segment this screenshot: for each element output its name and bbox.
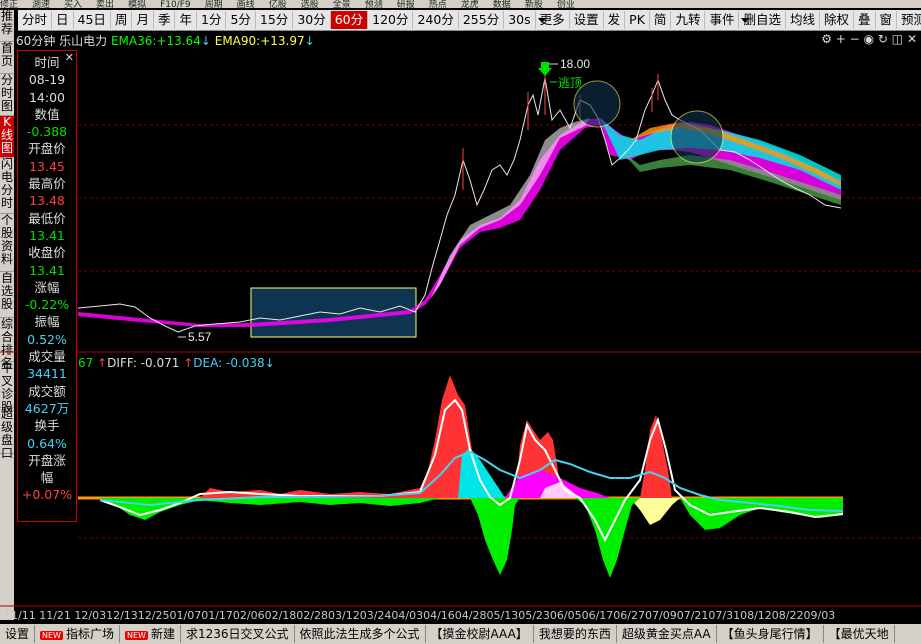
indicator-tab[interactable]: 依照此法生成多个公式 [295,625,426,643]
low-value: 5.57 [188,330,212,344]
indicator-tab-label: 新建 [150,627,175,641]
info-value: +0.07% [21,486,73,502]
close-icon[interactable]: ✕ [65,51,74,64]
info-value: 0.64% [27,435,67,451]
info-value: 0.52% [27,331,67,347]
info-label: 最低价 [28,210,66,226]
indicator-tab-label: 指标广场 [65,627,114,641]
info-label: 开盘涨幅 [28,452,66,485]
up-arrow-icon: ↑ [97,356,108,370]
down-arrow-icon: ↓ [264,356,275,370]
bottom-indicator-bar: 设置 NEW 指标广场 NEW 新建 求1236日交叉公式 依照此法生成多个公式 【摸金校尉A… [0,624,921,644]
info-value: -0.388 [26,124,68,140]
info-label: 数值 [34,106,60,122]
info-value: -0.22% [24,297,70,313]
new-badge: NEW [124,631,148,640]
indicator-tab[interactable]: 超级黄金买点AA [617,625,717,643]
indicator-tab[interactable]: NEW 新建 [120,625,181,643]
info-label: 开盘价 [28,141,66,157]
info-value: 14:00 [28,89,66,105]
info-value: 13.45 [29,158,65,174]
info-label: 振幅 [34,314,60,330]
indicator-tab[interactable]: 【最优天地 [824,625,895,643]
info-label: 涨幅 [34,279,60,295]
indicator-tab[interactable]: 求1236日交叉公式 [181,625,295,643]
new-badge: NEW [40,631,63,640]
data-window: ✕ 时间 08-19 14:00 数值 -0.388 开盘价 13.45 最高价 13.48 最低… [17,50,77,522]
indicator-tab-label: 【最优天地 [828,627,889,641]
info-value: 13.41 [29,262,65,278]
indicator-tab[interactable]: 设置 [0,625,36,643]
indicator-tab-label: 【摸金校尉AAA】 [430,627,528,641]
indicator-tab[interactable]: 【鱼头身尾行情】 [717,625,824,643]
indicator-tab-label: 求1236日交叉公式 [185,627,289,641]
info-value: 13.41 [29,227,65,243]
info-value: 08-19 [28,72,66,88]
indicator-tab-label: 【鱼头身尾行情】 [721,627,818,641]
up-arrow-icon: ↑ [183,356,194,370]
info-value: 34411 [27,366,67,382]
info-label: 成交额 [28,383,66,399]
macd-param: 67 [78,356,94,370]
indicator-tab-label: 我想要的东西 [538,627,611,641]
indicator-tab-label: 超级黄金买点AA [621,627,711,641]
info-label: 最高价 [28,176,66,192]
diff-value: -0.071 [140,356,180,370]
info-label: 成交量 [28,349,66,365]
info-label: 收盘价 [28,245,66,261]
diff-label: DIFF: [107,356,137,370]
info-value: 13.48 [29,193,65,209]
high-value: 18.00 [560,57,590,71]
indicator-tab[interactable]: 【摸金校尉AAA】 [426,625,534,643]
indicator-tab[interactable]: NEW 指标广场 [35,625,120,643]
macd-header: 67 ↑DIFF: -0.071 ↑DEA: -0.038↓ [78,356,275,370]
indicator-tab-label: 设置 [5,627,30,641]
info-value: 4627万 [24,400,70,416]
dea-value: -0.038 [225,356,265,370]
date-axis: 11/11 11/21 12/0312/1312/2501/0701/1702/… [4,609,836,622]
dea-label: DEA: [193,356,223,370]
indicator-tab-label: 依照此法生成多个公式 [299,627,420,641]
indicator-tab[interactable]: 我想要的东西 [534,625,617,643]
kline-chart[interactable]: 18.00 逃顶 5.57 [0,0,921,644]
high-marker [538,62,558,76]
escape-top-label: 逃顶 [558,76,582,90]
info-label: 换手 [34,418,60,434]
